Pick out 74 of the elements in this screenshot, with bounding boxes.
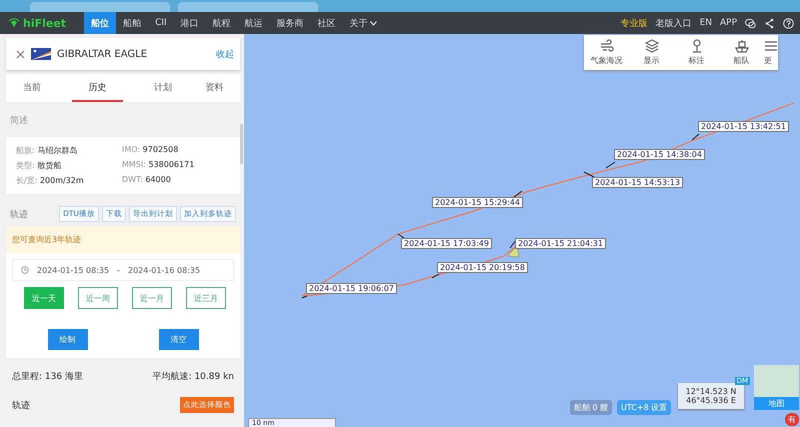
latitude: 12°14.523 N: [686, 387, 736, 396]
total-distance: 总里程: 136 海里: [12, 370, 83, 383]
ship-name: GIBRALTAR EAGLE: [57, 48, 148, 60]
map-tool[interactable]: 气象海况: [584, 35, 629, 70]
ship-count-badge: 船舶 0 艘: [570, 400, 612, 415]
info-field: MMSI: 538006171: [122, 160, 230, 171]
average-speed: 平均航速: 10.89 kn: [152, 370, 234, 383]
leader-line: [432, 274, 440, 278]
info-field: 长/宽: 200m/32m: [16, 175, 122, 186]
layer-label: 地图: [754, 397, 799, 410]
leader-line: [606, 162, 616, 168]
help-icon[interactable]: [783, 18, 794, 28]
map-tool[interactable]: 船队: [719, 35, 764, 70]
map-tool[interactable]: 显示: [629, 35, 674, 70]
leader-line: [302, 296, 308, 298]
section-title: 轨迹: [10, 208, 28, 220]
nav-item[interactable]: 服务商: [270, 12, 311, 34]
action-button[interactable]: 清空: [158, 329, 198, 350]
nav-link[interactable]: 老版入口: [656, 16, 692, 30]
wind-icon: [600, 39, 614, 53]
map-tool[interactable]: 标注: [674, 35, 719, 70]
leader-line: [398, 234, 404, 238]
collapse-link[interactable]: 收起: [216, 48, 234, 60]
nav-item[interactable]: 社区: [310, 12, 343, 34]
flag-icon: [31, 48, 51, 60]
map-thumbnail[interactable]: 地图: [754, 365, 799, 410]
action-button[interactable]: 绘制: [48, 329, 88, 350]
leader-line: [514, 190, 522, 198]
timestamp-label: 2024-01-15 17:03:49: [401, 238, 492, 249]
logo[interactable]: hiFleet: [0, 16, 84, 30]
menu-icon: [764, 39, 778, 53]
nav-item[interactable]: 航程: [206, 12, 238, 34]
tab[interactable]: 当前: [6, 74, 58, 102]
notice-banner: 您可查询近3年轨迹: [6, 226, 240, 253]
section-title: 简述: [9, 114, 29, 128]
leader-line: [584, 172, 594, 178]
layers-icon: [644, 39, 658, 53]
timestamp-label: 2024-01-15 20:19:58: [437, 262, 528, 273]
timestamp-label: 2024-01-15 21:04:31: [515, 238, 606, 249]
timestamp-label: 2024-01-15 14:53:13: [592, 177, 683, 188]
timestamp-label: 2024-01-15 19:06:07: [306, 283, 397, 294]
clock-icon: [21, 266, 29, 274]
tab[interactable]: 计划: [137, 74, 188, 102]
date-range-field[interactable]: 2024-01-15 08:35 - 2024-01-16 08:35: [12, 259, 234, 281]
leader-line: [692, 134, 700, 140]
nav-link[interactable]: 专业版: [620, 16, 648, 30]
info-field: IMO: 9702508: [122, 145, 230, 156]
ship-marker[interactable]: [507, 244, 520, 258]
timestamp-label: 2024-01-15 15:29:44: [432, 197, 523, 208]
nav-item[interactable]: 关于: [342, 12, 384, 34]
track-label: 轨迹: [12, 400, 30, 412]
map-tool[interactable]: 更: [764, 35, 778, 70]
nav-item[interactable]: 港口: [174, 12, 206, 34]
info-field: 类型: 散货船: [16, 160, 122, 171]
share-icon[interactable]: [764, 18, 775, 28]
nav-item[interactable]: CII: [148, 12, 174, 34]
timestamp-label: 2024-01-15 13:42:51: [698, 121, 789, 132]
tab[interactable]: 历史: [72, 74, 123, 102]
info-field: DWT: 64000: [122, 175, 230, 186]
ship-icon: [734, 39, 748, 53]
nav-item[interactable]: 船舶: [116, 12, 148, 34]
close-icon[interactable]: [16, 50, 25, 58]
nav-link[interactable]: EN: [700, 18, 712, 28]
chat-icon[interactable]: [745, 18, 756, 28]
longitude: 46°45.936 E: [686, 396, 736, 405]
caret-icon: [370, 20, 377, 26]
timestamp-label: 2024-01-15 14:38:04: [614, 149, 705, 160]
notification-badge[interactable]: 有: [785, 413, 799, 426]
leader-line: [510, 240, 516, 248]
nav-item[interactable]: 船位: [84, 12, 116, 34]
tab[interactable]: 资料: [188, 74, 240, 102]
info-field: 船旗: 马绍尔群岛: [16, 145, 122, 156]
nav-link[interactable]: APP: [720, 18, 737, 28]
nav-item[interactable]: 航运: [238, 12, 270, 34]
